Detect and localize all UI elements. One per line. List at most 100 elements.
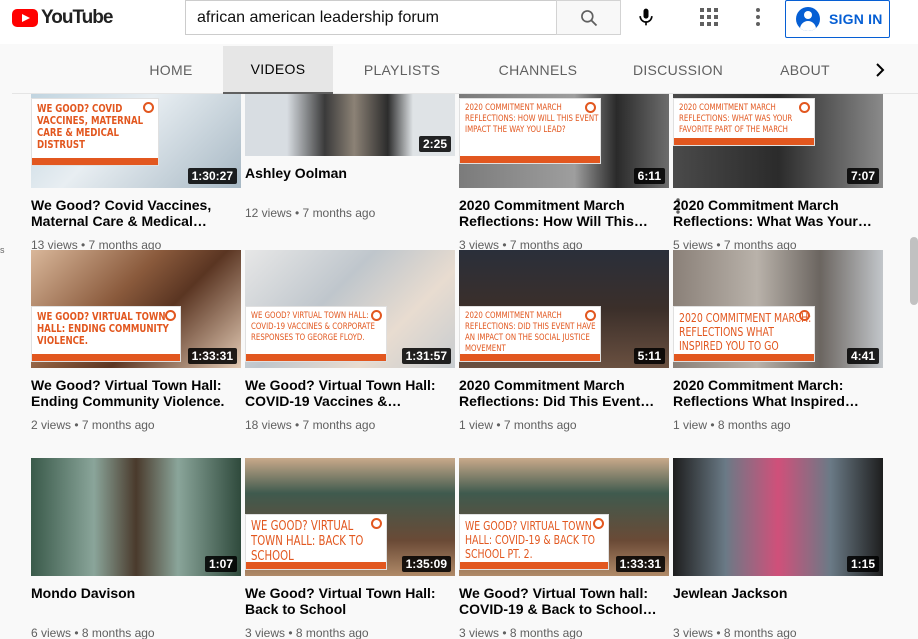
thumbnail-text: 2020 Commitment March Reflections: How w… <box>465 103 599 135</box>
video-card[interactable]: 1:15 Jewlean Jackson 3 views • 8 months … <box>673 458 883 639</box>
video-title[interactable]: 2020 Commitment March Reflections: How W… <box>459 197 669 229</box>
video-thumbnail[interactable]: We Good? Covid Vaccines, Maternal Care &… <box>31 94 241 188</box>
video-thumbnail[interactable]: 1:07 <box>31 458 241 576</box>
video-thumbnail[interactable]: We Good? Virtual Town Hall: COVID-19 & B… <box>459 458 669 576</box>
aalf-logo-icon <box>799 102 810 113</box>
video-title[interactable]: We Good? Virtual Town Hall: COVID-19 Vac… <box>245 377 455 409</box>
video-thumbnail[interactable]: We Good? Virtual Town Hall: Ending Commu… <box>31 250 241 368</box>
sign-in-button[interactable]: SIGN IN <box>785 0 890 38</box>
tab-videos[interactable]: VIDEOS <box>223 46 333 94</box>
video-card[interactable]: 1:07 Mondo Davison 6 views • 8 months ag… <box>31 458 241 639</box>
video-metadata: 12 views • 7 months ago <box>245 206 376 220</box>
video-card[interactable]: 2:25 Ashley Oolman 12 views • 7 months a… <box>245 94 455 221</box>
thumbnail-graphic: We Good? Virtual Town Hall: Back to Scho… <box>245 514 387 570</box>
youtube-logo-icon <box>12 9 38 27</box>
video-title[interactable]: We Good? Virtual Town hall: COVID-19 & B… <box>459 585 669 617</box>
youtube-logo[interactable]: YouTube <box>12 7 113 29</box>
aalf-logo-icon <box>593 518 604 529</box>
video-title[interactable]: We Good? Virtual Town Hall: Ending Commu… <box>31 377 241 409</box>
channel-tab-bar: HOME VIDEOS PLAYLISTS CHANNELS DISCUSSIO… <box>12 46 918 94</box>
aalf-logo-icon <box>585 102 596 113</box>
thumbnail-graphic: We Good? Virtual Town Hall: COVID-19 & B… <box>459 514 609 570</box>
video-metadata: 3 views • 8 months ago <box>673 626 797 639</box>
video-duration: 5:11 <box>633 348 665 364</box>
masthead: YouTube african american leadership foru… <box>0 0 918 44</box>
sign-in-label: SIGN IN <box>829 11 883 27</box>
video-title[interactable]: Ashley Oolman <box>245 165 455 197</box>
tab-about[interactable]: ABOUT <box>770 46 840 94</box>
video-title[interactable]: 2020 Commitment March Reflections: What … <box>673 197 883 229</box>
video-thumbnail[interactable]: We Good? Virtual Town Hall: Back to Scho… <box>245 458 455 576</box>
video-card[interactable]: 2020 Commitment March Reflections: Did t… <box>459 250 669 433</box>
video-metadata: 3 views • 8 months ago <box>459 626 583 639</box>
video-thumbnail[interactable]: 2:25 <box>245 94 455 156</box>
video-grid: We Good? Covid Vaccines, Maternal Care &… <box>0 94 918 639</box>
video-title[interactable]: 2020 Commitment March: Reflections What … <box>673 377 883 409</box>
video-title[interactable]: 2020 Commitment March Reflections: Did T… <box>459 377 669 409</box>
apps-button[interactable] <box>697 5 721 29</box>
aalf-logo-icon <box>165 310 176 321</box>
video-metadata: 1 view • 7 months ago <box>459 418 577 432</box>
thumbnail-graphic: We Good? Virtual Town Hall: Ending Commu… <box>31 306 181 362</box>
video-card[interactable]: 2020 Commitment March Reflections: What … <box>673 94 883 253</box>
video-card[interactable]: We Good? Virtual Town Hall: COVID-19 Vac… <box>245 250 455 433</box>
microphone-icon <box>639 8 653 26</box>
tab-discussion[interactable]: DISCUSSION <box>626 46 730 94</box>
tab-playlists[interactable]: PLAYLISTS <box>350 46 454 94</box>
apps-grid-icon <box>700 8 718 26</box>
search-icon <box>580 9 597 26</box>
video-thumbnail[interactable]: We Good? Virtual Town Hall: COVID-19 Vac… <box>245 250 455 368</box>
aalf-logo-icon <box>799 310 810 321</box>
video-duration: 2:25 <box>418 136 451 152</box>
thumbnail-graphic: We Good? Virtual Town Hall: COVID-19 Vac… <box>245 306 387 362</box>
video-card[interactable]: We Good? Virtual Town Hall: Ending Commu… <box>31 250 241 433</box>
aalf-logo-icon <box>585 310 596 321</box>
thumbnail-text: 2020 Commitment March Reflections: What … <box>679 103 793 135</box>
video-duration: 1:35:09 <box>401 556 451 572</box>
video-thumbnail[interactable]: 2020 Commitment March Reflections: What … <box>673 94 883 188</box>
video-title[interactable]: Mondo Davison <box>31 585 241 617</box>
video-duration: 4:41 <box>846 348 879 364</box>
tab-scroll-next-button[interactable] <box>868 58 892 82</box>
account-circle-icon <box>796 7 820 31</box>
video-thumbnail[interactable]: 2020 Commitment March Reflections: How w… <box>459 94 669 188</box>
more-vert-icon <box>756 8 760 26</box>
video-thumbnail[interactable]: 1:15 <box>673 458 883 576</box>
search-button[interactable] <box>556 0 621 35</box>
thumbnail-text: We Good? Virtual Town Hall: Back to Scho… <box>251 519 364 564</box>
video-thumbnail[interactable]: 2020 Commitment March: Reflections What … <box>673 250 883 368</box>
thumbnail-text: We Good? Virtual Town Hall: Ending Commu… <box>37 310 169 347</box>
video-thumbnail[interactable]: 2020 Commitment March Reflections: Did t… <box>459 250 669 368</box>
video-card[interactable]: We Good? Virtual Town Hall: COVID-19 & B… <box>459 458 669 639</box>
video-duration: 1:33:31 <box>615 556 665 572</box>
video-title[interactable]: We Good? Covid Vaccines, Maternal Care &… <box>31 197 241 229</box>
logo-text: YouTube <box>41 7 113 28</box>
video-duration: 1:15 <box>846 556 879 572</box>
video-duration: 1:31:57 <box>401 348 451 364</box>
video-duration: 1:33:31 <box>187 348 237 364</box>
settings-more-button[interactable] <box>746 5 770 29</box>
aalf-logo-icon <box>143 102 154 113</box>
video-duration: 1:30:27 <box>187 168 237 184</box>
video-title[interactable]: We Good? Virtual Town Hall: Back to Scho… <box>245 585 455 617</box>
search-input[interactable]: african american leadership forum <box>185 0 557 35</box>
thumbnail-text: We Good? Virtual Town Hall: COVID-19 Vac… <box>251 311 375 343</box>
aalf-logo-icon <box>371 518 382 529</box>
video-card[interactable]: We Good? Covid Vaccines, Maternal Care &… <box>31 94 241 253</box>
video-metadata: 6 views • 8 months ago <box>31 626 155 639</box>
thumbnail-graphic: We Good? Covid Vaccines, Maternal Care &… <box>31 98 159 166</box>
video-card[interactable]: We Good? Virtual Town Hall: Back to Scho… <box>245 458 455 639</box>
video-card[interactable]: 2020 Commitment March: Reflections What … <box>673 250 883 433</box>
tab-home[interactable]: HOME <box>132 46 210 94</box>
video-title[interactable]: Jewlean Jackson <box>673 585 883 617</box>
video-metadata: 1 view • 8 months ago <box>673 418 791 432</box>
thumbnail-text: 2020 Commitment March Reflections: Did t… <box>465 311 596 354</box>
thumbnail-text: 2020 Commitment March: Reflections What … <box>679 311 812 353</box>
video-duration: 6:11 <box>633 168 665 184</box>
video-metadata: 3 views • 8 months ago <box>245 626 369 639</box>
voice-search-button[interactable] <box>633 4 659 30</box>
chevron-right-icon <box>876 63 885 77</box>
thumbnail-text: We Good? Covid Vaccines, Maternal Care &… <box>37 102 144 151</box>
tab-channels[interactable]: CHANNELS <box>484 46 592 94</box>
video-card[interactable]: 2020 Commitment March Reflections: How w… <box>459 94 680 253</box>
